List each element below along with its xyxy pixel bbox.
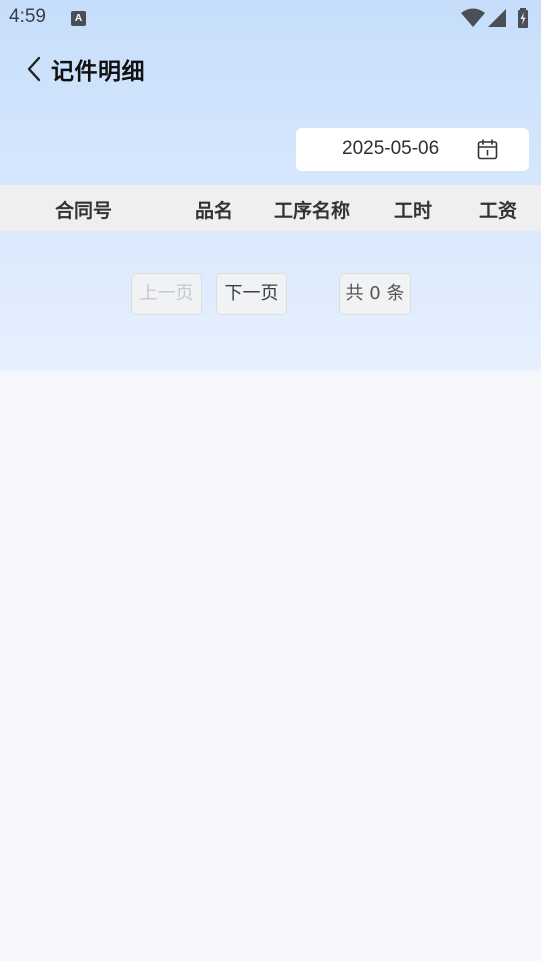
total-count-badge: 共 0 条 (339, 273, 411, 315)
prev-page-button[interactable]: 上一页 (131, 273, 202, 315)
column-header-contract-no: 合同号 (55, 200, 113, 222)
table-header: 合同号 品名 工序名称 工时 工资 (0, 185, 541, 231)
chevron-left-icon[interactable] (22, 54, 48, 84)
column-header-wage: 工资 (479, 200, 518, 222)
wifi-icon (461, 8, 485, 27)
page-header: 记件明细 (0, 44, 541, 94)
status-time: 4:59 (9, 6, 46, 27)
date-value: 2025-05-06 (342, 138, 440, 159)
battery-icon (518, 8, 528, 28)
status-bar: 4:59 A (0, 0, 541, 36)
status-icons (461, 8, 531, 28)
column-header-product-name: 品名 (195, 200, 234, 222)
page-title: 记件明细 (51, 59, 145, 85)
next-page-button[interactable]: 下一页 (216, 273, 287, 315)
keyboard-notification-icon: A (71, 11, 86, 26)
column-header-work-hours: 工时 (394, 200, 433, 222)
calendar-icon[interactable] (477, 139, 498, 160)
cell-signal-icon (488, 9, 506, 27)
date-picker[interactable]: 2025-05-06 (296, 128, 529, 171)
column-header-process-name: 工序名称 (274, 200, 351, 222)
